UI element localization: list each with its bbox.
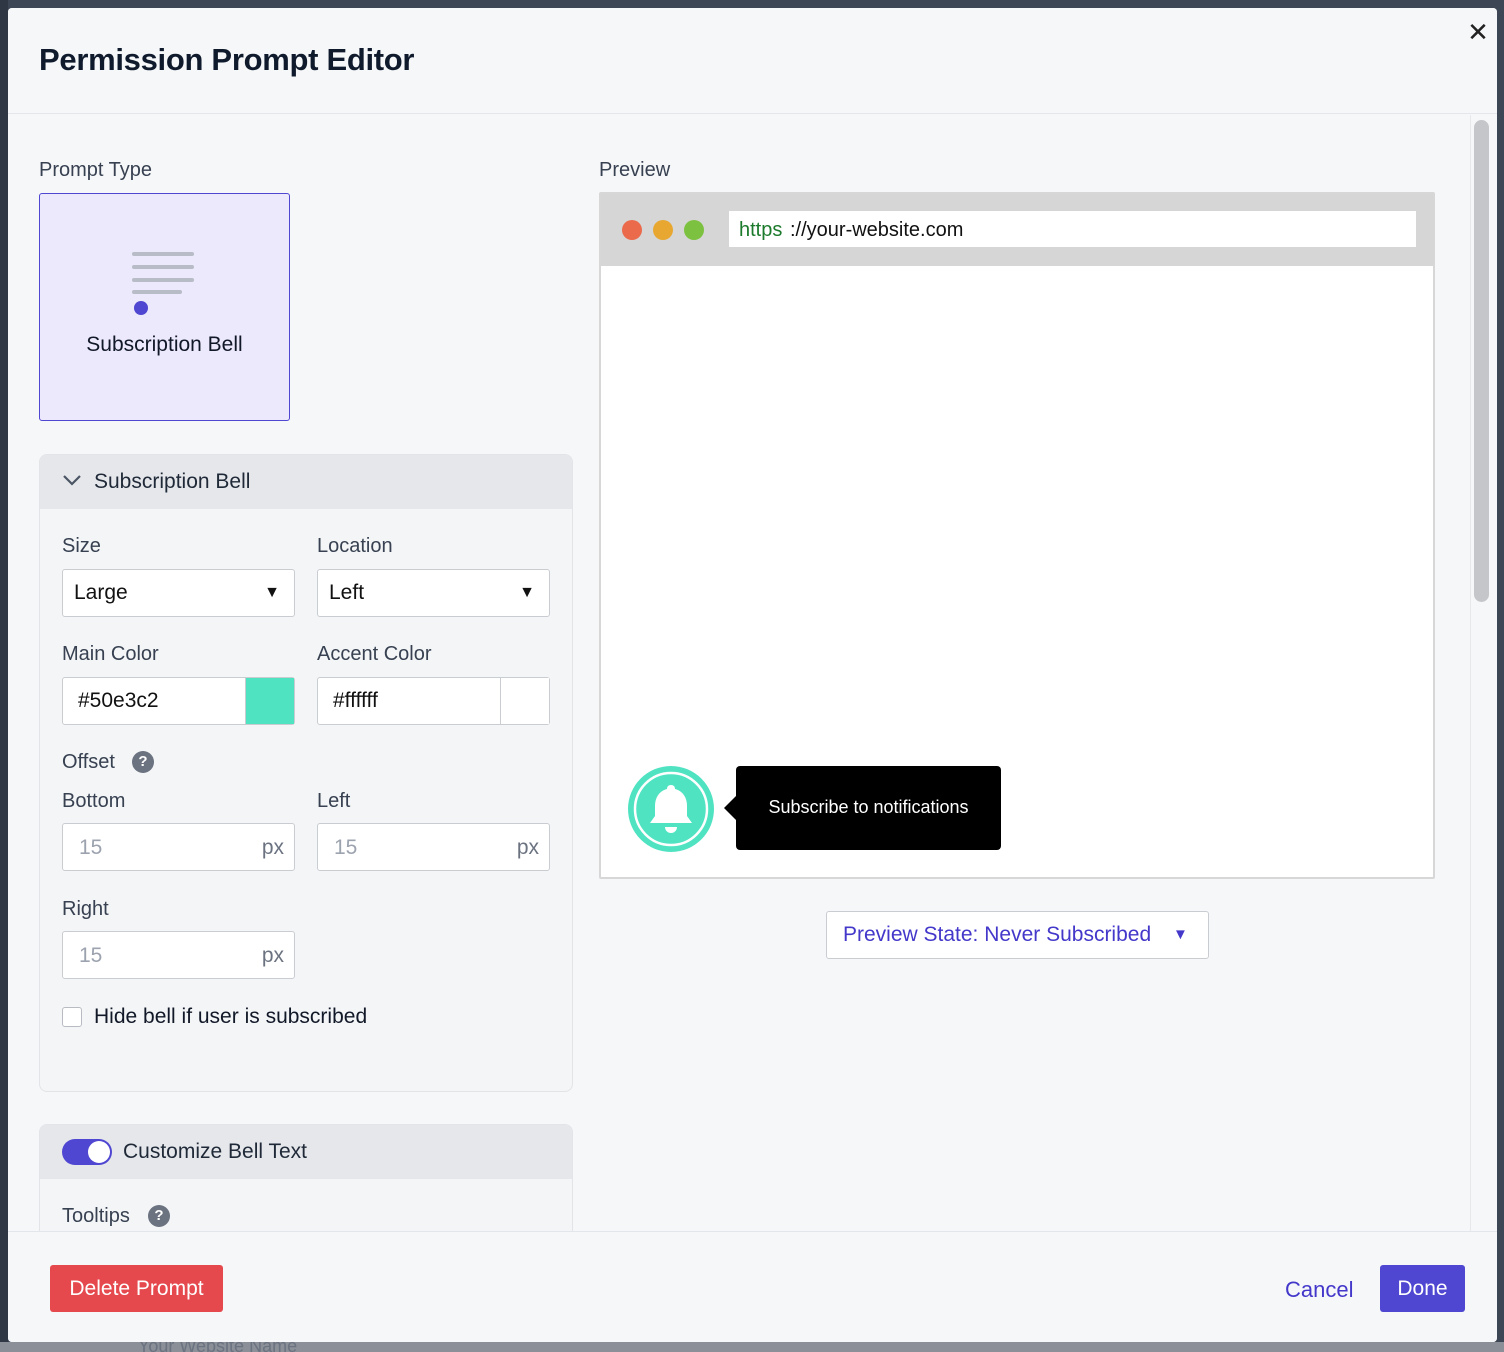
size-label: Size xyxy=(62,535,101,558)
offset-right-label: Right xyxy=(62,898,109,921)
prompt-type-label: Prompt Type xyxy=(39,159,152,182)
background-page-edge xyxy=(0,0,8,1352)
close-icon[interactable]: ✕ xyxy=(1466,20,1490,44)
done-button[interactable]: Done xyxy=(1380,1265,1465,1312)
offset-right-placeholder: 15 xyxy=(79,944,102,968)
offset-bottom-label: Bottom xyxy=(62,790,125,813)
hide-bell-label[interactable]: Hide bell if user is subscribed xyxy=(94,1005,367,1029)
size-select[interactable]: Large ▼ xyxy=(62,569,295,617)
caret-down-icon: ▼ xyxy=(519,584,535,602)
subscription-bell-panel: Subscription Bell Size Large ▼ Location … xyxy=(39,454,573,1092)
chevron-down-icon xyxy=(62,473,82,487)
help-icon[interactable]: ? xyxy=(132,751,154,773)
tooltips-label: Tooltips xyxy=(62,1205,130,1228)
offset-bottom-placeholder: 15 xyxy=(79,836,102,860)
location-select-value: Left xyxy=(329,581,364,605)
toggle-knob xyxy=(88,1141,110,1163)
delete-prompt-button[interactable]: Delete Prompt xyxy=(50,1265,223,1312)
subscription-bell-panel-title: Subscription Bell xyxy=(94,470,250,494)
cancel-button[interactable]: Cancel xyxy=(1285,1277,1353,1303)
modal-footer: Delete Prompt Cancel Done xyxy=(8,1231,1497,1342)
preview-state-select[interactable]: Preview State: Never Subscribed ▼ xyxy=(826,911,1209,959)
modal-header: Permission Prompt Editor xyxy=(8,8,1497,114)
browser-address-bar: https ://your-website.com xyxy=(729,211,1416,247)
preview-browser-frame: https ://your-website.com Subscribe to n… xyxy=(599,192,1435,879)
preview-state-value: Preview State: Never Subscribed xyxy=(843,923,1151,947)
offset-label: Offset xyxy=(62,751,115,774)
url-host: ://your-website.com xyxy=(790,219,963,242)
offset-left-input[interactable]: 15 px xyxy=(317,823,550,871)
preview-label: Preview xyxy=(599,159,670,182)
main-color-value: #50e3c2 xyxy=(78,689,159,713)
main-color-input[interactable]: #50e3c2 xyxy=(62,677,295,725)
bell-tooltip-text: Subscribe to notifications xyxy=(736,797,1001,818)
modal-body: Prompt Type Subscription Bell Subscripti… xyxy=(8,115,1470,1231)
offset-left-unit: px xyxy=(517,836,539,860)
main-color-swatch[interactable] xyxy=(245,678,294,724)
modal-scrollbar-thumb[interactable] xyxy=(1474,120,1489,602)
hide-bell-checkbox[interactable] xyxy=(62,1007,82,1027)
help-icon[interactable]: ? xyxy=(148,1205,170,1227)
accent-color-swatch[interactable] xyxy=(500,678,549,724)
window-maximize-dot-icon xyxy=(684,220,704,240)
caret-down-icon: ▼ xyxy=(264,584,280,602)
window-close-dot-icon xyxy=(622,220,642,240)
caret-down-icon: ▼ xyxy=(1173,926,1188,943)
accent-color-input[interactable]: #ffffff xyxy=(317,677,550,725)
customize-bell-text-title: Customize Bell Text xyxy=(123,1140,307,1164)
accent-color-label: Accent Color xyxy=(317,643,432,666)
location-select[interactable]: Left ▼ xyxy=(317,569,550,617)
window-minimize-dot-icon xyxy=(653,220,673,240)
offset-left-label: Left xyxy=(317,790,350,813)
offset-bottom-input[interactable]: 15 px xyxy=(62,823,295,871)
modal-title: Permission Prompt Editor xyxy=(39,42,414,78)
main-color-label: Main Color xyxy=(62,643,159,666)
subscription-bell-panel-header[interactable]: Subscription Bell xyxy=(40,455,572,509)
offset-left-placeholder: 15 xyxy=(334,836,357,860)
location-label: Location xyxy=(317,535,393,558)
url-scheme: https xyxy=(739,219,782,242)
bell-tooltip: Subscribe to notifications xyxy=(736,766,1001,850)
customize-bell-text-panel: Customize Bell Text Tooltips ? xyxy=(39,1124,573,1231)
size-select-value: Large xyxy=(74,581,128,605)
offset-right-unit: px xyxy=(262,944,284,968)
permission-prompt-editor-modal: Permission Prompt Editor ✕ Prompt Type S… xyxy=(8,8,1497,1342)
accent-color-value: #ffffff xyxy=(333,689,378,713)
offset-right-input[interactable]: 15 px xyxy=(62,931,295,979)
subscription-bell-icon[interactable] xyxy=(627,765,715,853)
prompt-type-card-subscription-bell[interactable]: Subscription Bell xyxy=(39,193,290,421)
customize-bell-text-toggle[interactable] xyxy=(62,1139,112,1165)
offset-bottom-unit: px xyxy=(262,836,284,860)
bell-layout-icon xyxy=(132,252,196,316)
prompt-type-card-label: Subscription Bell xyxy=(40,333,289,357)
customize-bell-text-panel-header: Customize Bell Text xyxy=(40,1125,572,1179)
browser-toolbar: https ://your-website.com xyxy=(601,194,1433,266)
